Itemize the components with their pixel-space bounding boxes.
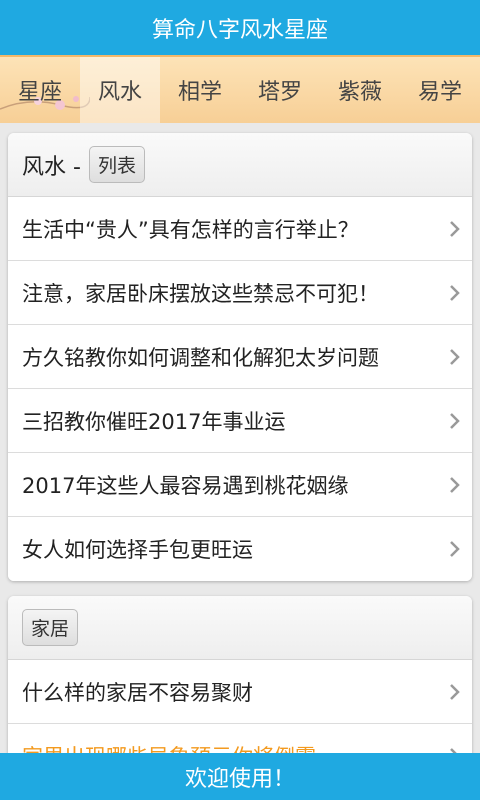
tab-taluo[interactable]: 塔罗 [240, 57, 320, 123]
chevron-right-icon [450, 348, 460, 365]
tab-fengshui[interactable]: 风水 [80, 57, 160, 123]
welcome-message: 欢迎使用！ [184, 766, 295, 792]
chevron-right-icon [450, 541, 460, 557]
section-title: 风水 - [22, 154, 81, 180]
tab-yixue[interactable]: 易学 [400, 57, 480, 123]
list-item[interactable]: 家里出现哪些异象预示你将倒霉 [8, 724, 472, 753]
list-chip[interactable]: 列表 [88, 146, 145, 183]
home-chip[interactable]: 家居 [22, 609, 79, 646]
list-item[interactable]: 三招教你催旺2017年事业运 [8, 389, 472, 453]
category-tab-bar: 星座 风水 相学 塔罗 紫薇 易学 [0, 55, 480, 123]
chevron-right-icon [450, 683, 460, 700]
app-title-bar: 算命八字风水星座 [0, 0, 480, 55]
list-item[interactable]: 方久铭教你如何调整和化解犯太岁问题 [8, 325, 472, 389]
app-title: 算命八字风水星座 [151, 17, 328, 43]
chevron-right-icon [450, 284, 460, 301]
tab-xingzuo[interactable]: 星座 [0, 57, 80, 123]
content-area[interactable]: 风水 - 列表 生活中“贵人”具有怎样的言行举止？ 注意，家居卧床摆放这些禁忌不… [0, 123, 480, 753]
tab-xiangxue[interactable]: 相学 [160, 57, 240, 123]
list-item[interactable]: 生活中“贵人”具有怎样的言行举止？ [8, 197, 472, 261]
section-header: 家居 [8, 596, 472, 660]
list-item[interactable]: 2017年这些人最容易遇到桃花姻缘 [8, 453, 472, 517]
chevron-right-icon [450, 412, 460, 429]
welcome-bar: 欢迎使用！ [0, 753, 480, 800]
chevron-right-icon [450, 220, 460, 237]
tab-ziwei[interactable]: 紫薇 [320, 57, 400, 123]
list-item[interactable]: 什么样的家居不容易聚财 [8, 660, 472, 724]
home-section-card: 家居 什么样的家居不容易聚财 家里出现哪些异象预示你将倒霉 [8, 596, 472, 753]
chevron-right-icon [450, 476, 460, 493]
chevron-right-icon [450, 748, 457, 753]
section-header: 风水 - 列表 [8, 133, 472, 197]
list-item[interactable]: 女人如何选择手包更旺运 [8, 517, 472, 581]
list-item[interactable]: 注意，家居卧床摆放这些禁忌不可犯！ [8, 261, 472, 325]
fengshui-section-card: 风水 - 列表 生活中“贵人”具有怎样的言行举止？ 注意，家居卧床摆放这些禁忌不… [8, 133, 472, 581]
